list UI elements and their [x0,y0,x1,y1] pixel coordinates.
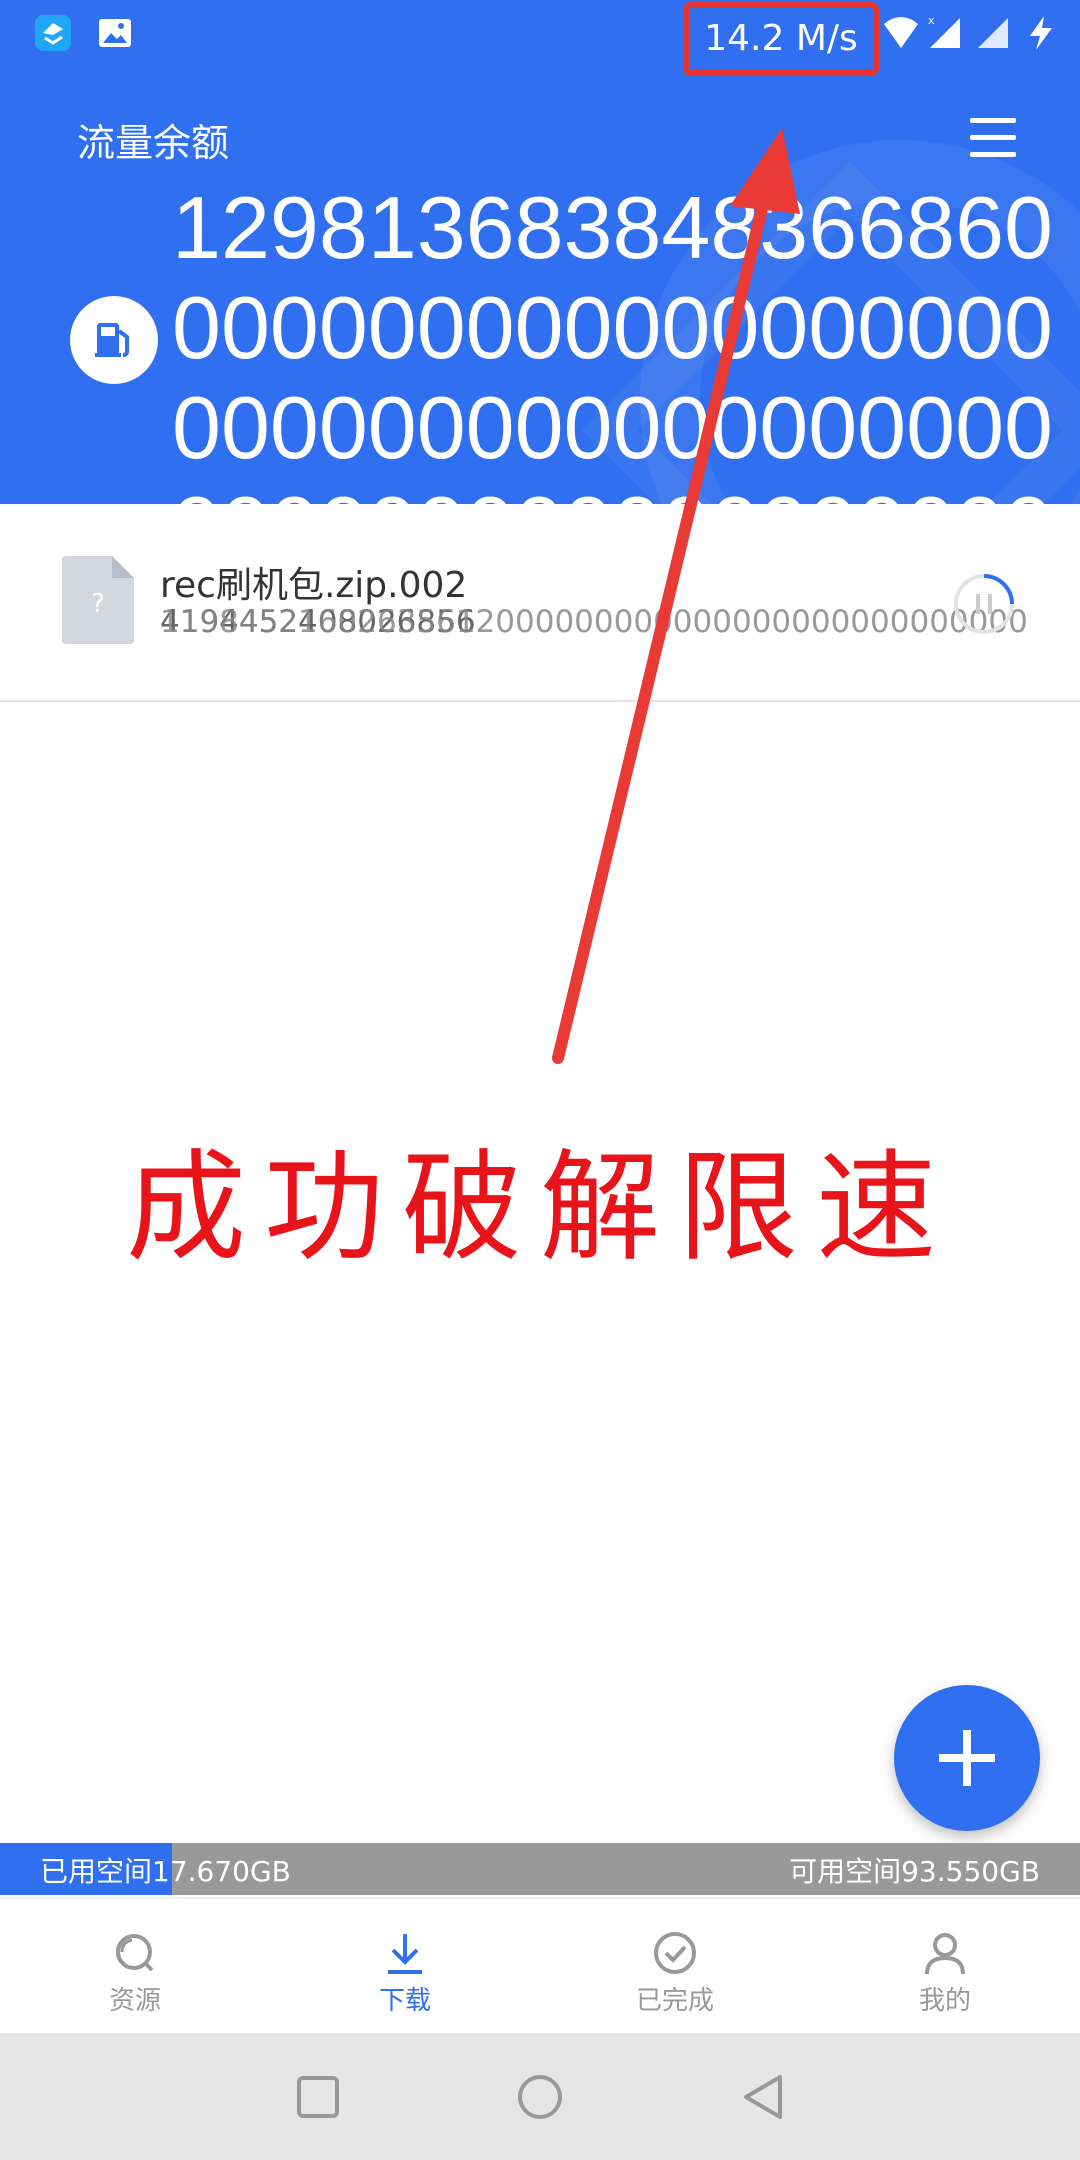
plus-icon [939,1730,995,1786]
gallery-icon [99,19,131,47]
app-logo-icon [35,15,71,51]
check-circle-icon [654,1932,696,1974]
annotation-text: 成功破解限速 [126,1139,954,1278]
user-icon [925,1933,965,1975]
nav-resources-label: 资源 [108,1986,161,2016]
menu-icon[interactable] [970,118,1016,158]
signal-icon-2 [978,18,1008,48]
svg-text:x: x [928,14,935,27]
download-icon [388,1934,422,1974]
pause-button[interactable] [952,572,1016,636]
add-download-button[interactable] [894,1685,1040,1831]
storage-used-label: 已用空间17.670GB [40,1855,291,1888]
balance-value: 1298136838483668600000000000000000000000… [172,178,1053,504]
search-icon [116,1934,154,1972]
balance-label: 流量余额 [77,121,230,165]
nav-completed[interactable]: 已完成 [575,1930,775,2017]
file-name: rec刷机包.zip.002 [160,565,468,606]
unknown-file-icon: ? [62,556,134,644]
home-icon[interactable] [516,2073,564,2121]
nav-profile[interactable]: 我的 [845,1930,1045,2017]
nav-profile-label: 我的 [918,1986,971,2016]
status-bar: 14.2 M/s x [0,0,1080,76]
download-total-text: 1198452160263561200000000000000000000000… [160,604,1028,640]
signal-icon: x [928,14,960,48]
wifi-icon [884,17,918,48]
network-speed: 14.2 M/s [683,2,879,76]
system-navigation-bar [0,2033,1080,2160]
fuel-icon [70,296,158,384]
charging-icon [1030,16,1052,50]
back-icon[interactable] [740,2073,788,2121]
nav-download-label: 下载 [378,1986,431,2016]
nav-download[interactable]: 下载 [305,1930,505,2017]
header: 14.2 M/s x 流量余额 129813683848366860000000… [0,0,1080,504]
svg-text:?: ? [91,589,105,619]
recents-icon[interactable] [296,2075,340,2119]
nav-completed-label: 已完成 [635,1986,714,2016]
storage-free-label: 可用空间93.550GB [789,1855,1040,1888]
nav-resources[interactable]: 资源 [35,1930,235,2017]
